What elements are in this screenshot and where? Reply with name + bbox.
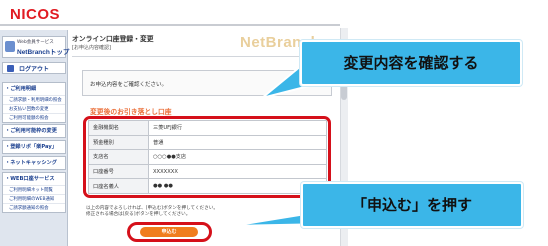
callout-confirm: 変更内容を確認する [300, 40, 522, 86]
screenshot-canvas: NICOS Web会員サービス NetBranchトップ ログアウト ・ご利用明… [0, 0, 548, 246]
callout-press: 「申込む」を押す [301, 182, 523, 228]
